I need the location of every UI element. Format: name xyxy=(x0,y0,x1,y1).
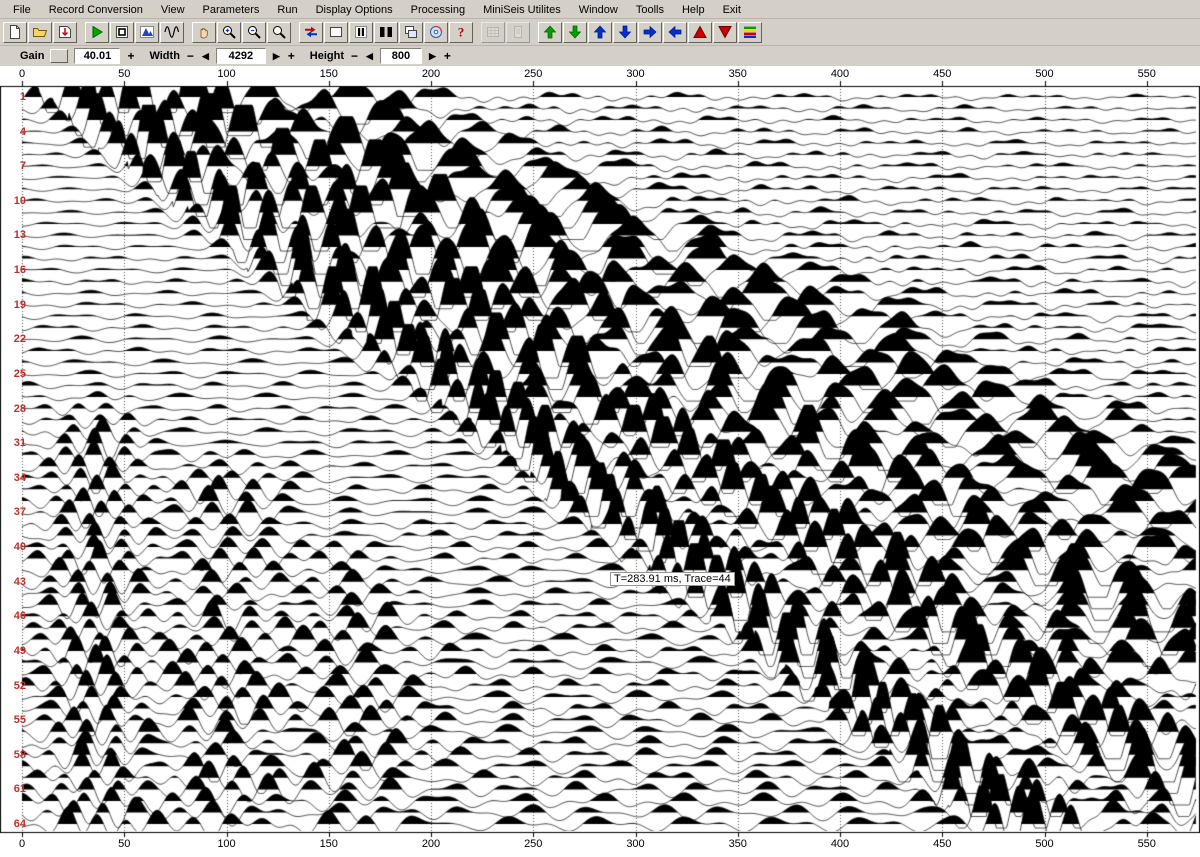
width-right-arrow-button[interactable]: ▶ xyxy=(272,52,281,61)
blue-down-arrow-icon xyxy=(617,24,633,40)
pause-bars-icon xyxy=(353,24,369,40)
menu-item-exit[interactable]: Exit xyxy=(714,1,750,18)
menu-item-toolls[interactable]: Toolls xyxy=(627,1,673,18)
disc-icon xyxy=(428,24,444,40)
white-rect-icon xyxy=(328,24,344,40)
seismic-traces-canvas[interactable] xyxy=(0,66,1200,857)
app-window: FileRecord ConversionViewParametersRunDi… xyxy=(0,0,1200,66)
new-document-icon xyxy=(7,24,23,40)
dithered-grid-icon xyxy=(485,24,501,40)
open-folder-icon xyxy=(32,24,48,40)
menu-bar: FileRecord ConversionViewParametersRunDi… xyxy=(0,0,1200,19)
height-minus-button[interactable]: − xyxy=(350,50,359,62)
help-button[interactable]: ? xyxy=(449,22,473,43)
amplitude-display-button[interactable] xyxy=(135,22,159,43)
green-down-arrow-icon xyxy=(567,24,583,40)
new-file-button[interactable] xyxy=(3,22,27,43)
menu-item-processing[interactable]: Processing xyxy=(402,1,474,18)
stop-display-button[interactable] xyxy=(110,22,134,43)
magnifier-icon xyxy=(271,24,287,40)
dithered-doc-icon xyxy=(510,24,526,40)
blank-display-button[interactable] xyxy=(324,22,348,43)
height-left-arrow-button[interactable]: ◀ xyxy=(365,52,374,61)
pan-button[interactable] xyxy=(192,22,216,43)
menu-item-window[interactable]: Window xyxy=(570,1,627,18)
hand-icon xyxy=(196,24,212,40)
menu-item-run[interactable]: Run xyxy=(268,1,306,18)
width-label: Width xyxy=(149,50,179,62)
blue-left-arrow-button[interactable] xyxy=(663,22,687,43)
blue-right-arrow-button[interactable] xyxy=(638,22,662,43)
menu-item-display-options[interactable]: Display Options xyxy=(307,1,402,18)
height-plus-button[interactable]: + xyxy=(443,50,452,62)
height-right-arrow-button[interactable]: ▶ xyxy=(428,52,437,61)
gain-label: Gain xyxy=(20,50,44,62)
gain-plus-button[interactable]: + xyxy=(126,50,135,62)
width-value-field[interactable]: 4292 xyxy=(216,48,266,64)
blue-up-arrow-button[interactable] xyxy=(588,22,612,43)
svg-text:?: ? xyxy=(458,25,465,40)
blue-down-arrow-button[interactable] xyxy=(613,22,637,43)
height-value-field[interactable]: 800 xyxy=(380,48,422,64)
cursor-readout: T=283.91 ms, Trace=44 xyxy=(610,572,735,586)
report-button[interactable] xyxy=(506,22,530,43)
zoom-in-button[interactable] xyxy=(217,22,241,43)
blue-peak-icon xyxy=(139,24,155,40)
question-mark-icon: ? xyxy=(453,24,469,40)
run-play-icon xyxy=(89,24,105,40)
red-up-triangle-icon xyxy=(692,24,708,40)
wiggle-display-button[interactable] xyxy=(160,22,184,43)
wiggle-trace-icon xyxy=(164,24,180,40)
menu-item-record-conversion[interactable]: Record Conversion xyxy=(40,1,152,18)
width-left-arrow-button[interactable]: ◀ xyxy=(201,52,210,61)
green-up-arrow-icon xyxy=(542,24,558,40)
cascade-windows-icon xyxy=(403,24,419,40)
swap-arrows-icon xyxy=(303,24,319,40)
control-bar: Gain 40.01 + Width − ◀ 4292 ▶ + Height −… xyxy=(0,46,1200,66)
swap-direction-button[interactable] xyxy=(299,22,323,43)
color-bars-icon xyxy=(742,24,758,40)
red-up-triangle-button[interactable] xyxy=(688,22,712,43)
menu-item-miniseis-utilites[interactable]: MiniSeis Utilites xyxy=(474,1,570,18)
menu-item-parameters[interactable]: Parameters xyxy=(194,1,269,18)
save-document-icon xyxy=(57,24,73,40)
height-label: Height xyxy=(310,50,344,62)
open-file-button[interactable] xyxy=(28,22,52,43)
green-down-arrow-button[interactable] xyxy=(563,22,587,43)
green-up-arrow-button[interactable] xyxy=(538,22,562,43)
red-down-triangle-icon xyxy=(717,24,733,40)
blue-left-arrow-icon xyxy=(667,24,683,40)
width-minus-button[interactable]: − xyxy=(186,50,195,62)
menu-item-help[interactable]: Help xyxy=(673,1,714,18)
cascade-windows-button[interactable] xyxy=(399,22,423,43)
zoom-out-icon xyxy=(246,24,262,40)
save-export-button[interactable] xyxy=(53,22,77,43)
color-scale-button[interactable] xyxy=(738,22,762,43)
run-button[interactable] xyxy=(85,22,109,43)
blue-up-arrow-icon xyxy=(592,24,608,40)
seismic-plot-area: 0050501001001501502002002502503003003503… xyxy=(0,66,1200,857)
menu-item-file[interactable]: File xyxy=(4,1,40,18)
black-bars-icon xyxy=(378,24,394,40)
zoom-in-icon xyxy=(221,24,237,40)
red-down-triangle-button[interactable] xyxy=(713,22,737,43)
zoom-out-button[interactable] xyxy=(242,22,266,43)
pause-button[interactable] xyxy=(349,22,373,43)
menu-item-view[interactable]: View xyxy=(152,1,194,18)
gain-value-field[interactable]: 40.01 xyxy=(74,48,120,64)
stop-square-icon xyxy=(114,24,130,40)
variable-area-button[interactable] xyxy=(374,22,398,43)
grid-button[interactable] xyxy=(481,22,505,43)
zoom-window-button[interactable] xyxy=(267,22,291,43)
gain-browse-button[interactable] xyxy=(50,49,68,63)
blue-right-arrow-icon xyxy=(642,24,658,40)
toolbar: ? xyxy=(0,19,1200,46)
disc-button[interactable] xyxy=(424,22,448,43)
width-plus-button[interactable]: + xyxy=(287,50,296,62)
